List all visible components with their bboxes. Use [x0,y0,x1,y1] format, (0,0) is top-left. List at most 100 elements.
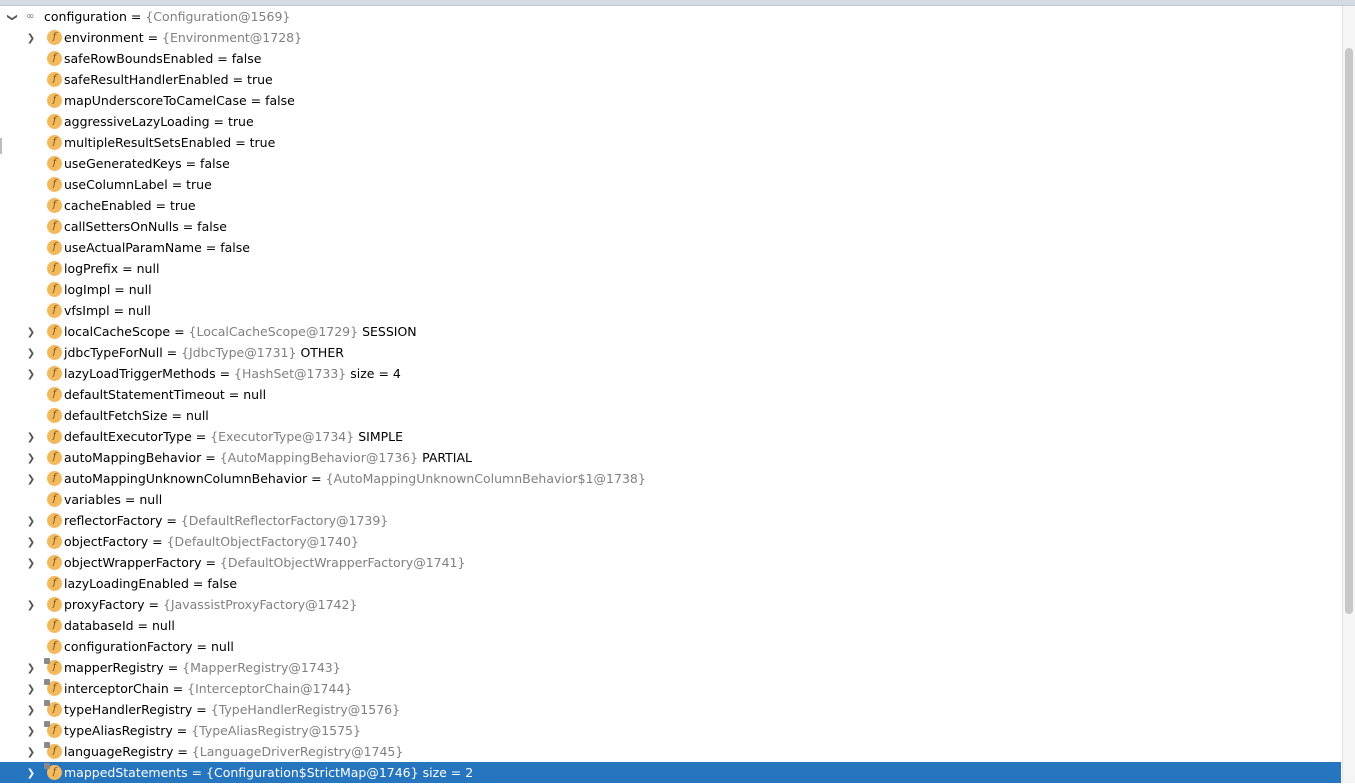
chevron-right-icon[interactable] [24,762,38,783]
chevron-right-icon[interactable] [24,342,38,363]
variables-tree[interactable]: ∞ configuration = {Configuration@1569} f… [0,6,1341,783]
field-name: languageRegistry [64,744,174,759]
equals-sign: = [118,261,137,276]
equals-sign: = [168,681,188,696]
chevron-down-icon[interactable] [5,6,19,27]
watch-glasses-icon: ∞ [26,11,35,22]
tree-row-field[interactable]: f safeResultHandlerEnabled = true [0,69,1341,90]
tree-row-field[interactable]: freflectorFactory = {DefaultReflectorFac… [0,510,1341,531]
field-value: false [265,93,295,108]
field-value: false [197,219,227,234]
chevron-right-icon[interactable] [24,426,38,447]
tree-row-field[interactable]: f vfsImpl = null [0,300,1341,321]
tree-row-field[interactable]: f variables = null [0,489,1341,510]
chevron-right-icon[interactable] [24,321,38,342]
equals-sign: = [167,177,187,192]
tree-row-field[interactable]: fmappedStatements = {Configuration$Stric… [0,762,1341,783]
tree-row-field[interactable]: f cacheEnabled = true [0,195,1341,216]
field-value: true [228,114,254,129]
equals-sign: = [191,429,211,444]
tree-row-field[interactable]: flocalCacheScope = {LocalCacheScope@1729… [0,321,1341,342]
chevron-right-icon[interactable] [24,447,38,468]
chevron-right-icon[interactable] [24,720,38,741]
tree-row-field[interactable]: f useActualParamName = false [0,237,1341,258]
tree-row-field[interactable]: finterceptorChain = {InterceptorChain@17… [0,678,1341,699]
tree-row-field[interactable]: fautoMappingUnknownColumnBehavior = {Aut… [0,468,1341,489]
chevron-right-icon[interactable] [24,657,38,678]
chevron-right-icon[interactable] [24,363,38,384]
field-value: true [249,135,276,150]
tree-row-field[interactable]: f aggressiveLazyLoading = true [0,111,1341,132]
tree-row-field[interactable]: fobjectWrapperFactory = {DefaultObjectWr… [0,552,1341,573]
field-value: true [247,72,273,87]
scrollbar-thumb[interactable] [1345,48,1353,614]
tree-row-field[interactable]: fautoMappingBehavior = {AutoMappingBehav… [0,447,1341,468]
chevron-right-icon[interactable] [24,594,38,615]
field-ref: {Configuration$StrictMap@1746} [206,765,419,780]
field-value: null [185,408,209,423]
tree-row-field[interactable]: f multipleResultSetsEnabled = true [0,132,1341,153]
field-value: null [136,261,160,276]
field-name: callSettersOnNulls [64,219,179,234]
tree-row-field[interactable]: f logPrefix = null [0,258,1341,279]
field-f-icon: f [47,51,62,66]
tree-row-root[interactable]: ∞ configuration = {Configuration@1569} [0,6,1341,27]
field-ref: {LocalCacheScope@1729} [188,324,359,339]
vertical-scrollbar[interactable] [1342,6,1355,783]
tree-row-field[interactable]: f callSettersOnNulls = false [0,216,1341,237]
field-f-icon: f [47,114,62,129]
equals-sign: = [151,198,170,213]
tree-row-field[interactable]: ftypeAliasRegistry = {TypeAliasRegistry@… [0,720,1341,741]
chevron-right-icon[interactable] [24,741,38,762]
chevron-right-icon[interactable] [24,678,38,699]
field-name: multipleResultSetsEnabled [64,135,232,150]
chevron-right-icon[interactable] [24,510,38,531]
field-f-icon: f [44,742,62,759]
field-name: localCacheScope [64,324,171,339]
field-name: environment [64,30,144,45]
tree-row-field[interactable]: f useColumnLabel = true [0,174,1341,195]
field-name: objectFactory [64,534,149,549]
equals-sign: = [224,387,244,402]
tree-row-field[interactable]: f defaultStatementTimeout = null [0,384,1341,405]
tree-row-field[interactable]: fobjectFactory = {DefaultObjectFactory@1… [0,531,1341,552]
field-name: defaultFetchSize [64,408,168,423]
field-f-icon: f [47,93,62,108]
field-f-icon: f [47,618,62,633]
tree-row-field[interactable]: flazyLoadTriggerMethods = {HashSet@1733}… [0,363,1341,384]
tree-row-field[interactable]: f databaseId = null [0,615,1341,636]
equals-sign: = [110,282,129,297]
field-ref: {MapperRegistry@1743} [182,660,341,675]
tree-row-field[interactable]: f lazyLoadingEnabled = false [0,573,1341,594]
tree-row-field[interactable]: f logImpl = null [0,279,1341,300]
equals-sign: = [187,765,207,780]
field-f-icon: f [47,450,62,465]
tree-row-field[interactable]: f useGeneratedKeys = false [0,153,1341,174]
field-ref: {LanguageDriverRegistry@1745} [191,744,404,759]
tree-row-field[interactable]: f safeRowBoundsEnabled = false [0,48,1341,69]
field-value: null [243,387,267,402]
tree-row-field[interactable]: fjdbcTypeForNull = {JdbcType@1731} OTHER [0,342,1341,363]
tree-row-field[interactable]: f defaultFetchSize = null [0,405,1341,426]
tree-row-field[interactable]: fmapperRegistry = {MapperRegistry@1743} [0,657,1341,678]
equals-sign: = [170,324,189,339]
chevron-right-icon[interactable] [24,552,38,573]
chevron-right-icon[interactable] [24,27,38,48]
field-value: false [200,156,230,171]
field-ref: {InterceptorChain@1744} [187,681,353,696]
tree-row-field[interactable]: fdefaultExecutorType = {ExecutorType@173… [0,426,1341,447]
field-ref: {AutoMappingUnknownColumnBehavior$1@1738… [325,471,646,486]
field-f-icon: f [47,177,62,192]
tree-row-field[interactable]: f configurationFactory = null [0,636,1341,657]
tree-row-field[interactable]: flanguageRegistry = {LanguageDriverRegis… [0,741,1341,762]
tree-row-field[interactable]: fenvironment = {Environment@1728} [0,27,1341,48]
field-f-icon: f [47,471,62,486]
chevron-right-icon[interactable] [24,699,38,720]
tree-row-field[interactable]: f mapUnderscoreToCamelCase = false [0,90,1341,111]
tree-row-field[interactable]: fproxyFactory = {JavassistProxyFactory@1… [0,594,1341,615]
chevron-right-icon[interactable] [24,531,38,552]
chevron-right-icon[interactable] [24,468,38,489]
tree-row-field[interactable]: ftypeHandlerRegistry = {TypeHandlerRegis… [0,699,1341,720]
equals-sign: = [188,576,208,591]
field-value: SESSION [362,324,417,339]
